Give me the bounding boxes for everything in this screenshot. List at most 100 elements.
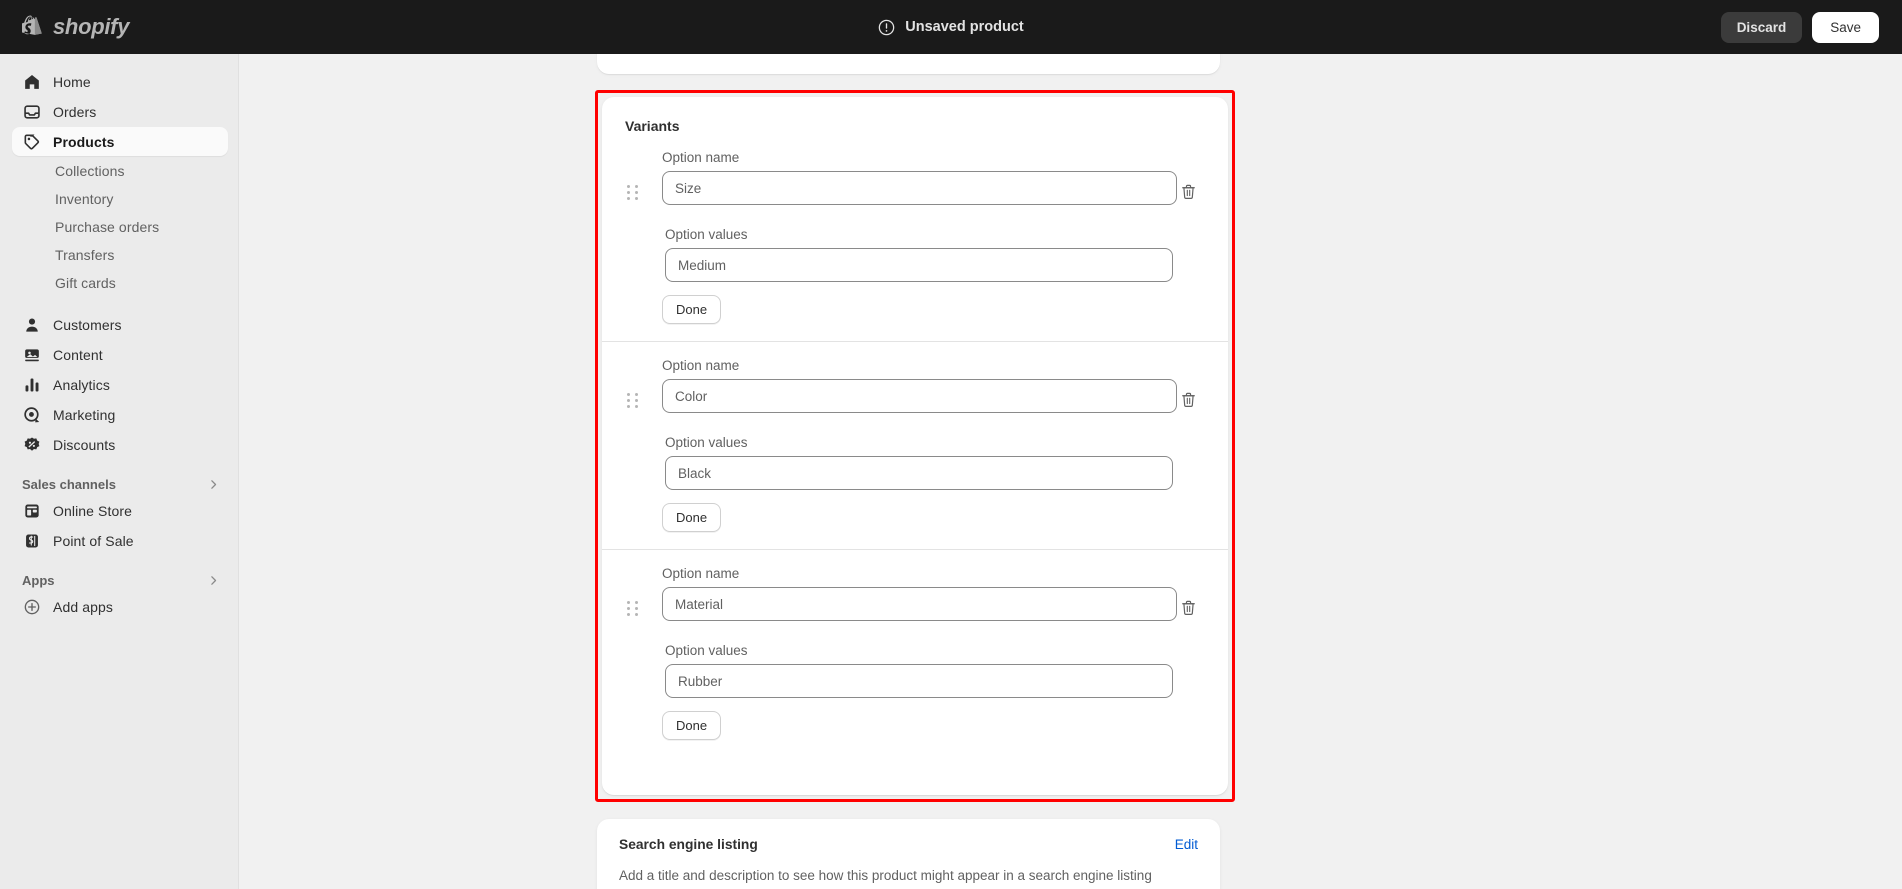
delete-option-button[interactable] <box>1174 177 1202 205</box>
plus-circle-icon <box>22 597 41 616</box>
option-values-label: Option values <box>665 227 748 242</box>
option-value-input[interactable] <box>665 248 1173 282</box>
sidebar-item-marketing[interactable]: Marketing <box>12 400 228 429</box>
sidebar-item-discounts[interactable]: Discounts <box>12 430 228 459</box>
sidebar-divider-1 <box>0 297 238 309</box>
person-icon <box>22 315 41 334</box>
sidebar-label-point-of-sale: Point of Sale <box>53 532 134 549</box>
sidebar-item-inventory[interactable]: Inventory <box>12 185 228 213</box>
variant-option-group: Option name Option values Done <box>602 134 1228 341</box>
variants-card: Variants Option name Option va <box>602 97 1228 795</box>
main-content: Add customs information Variants Option … <box>239 54 1902 889</box>
sidebar-label-customers: Customers <box>53 316 122 333</box>
unsaved-status: Unsaved product <box>0 19 1902 36</box>
sidebar-item-analytics[interactable]: Analytics <box>12 370 228 399</box>
drag-handle-icon[interactable] <box>626 392 639 408</box>
top-bar-actions: Discard Save <box>1720 11 1879 43</box>
sidebar-label-purchase-orders: Purchase orders <box>55 219 160 235</box>
sidebar-item-collections[interactable]: Collections <box>12 157 228 185</box>
trash-icon <box>1181 184 1195 199</box>
sidebar-label-inventory: Inventory <box>55 191 114 207</box>
add-customs-information-link[interactable]: Add customs information <box>619 54 786 55</box>
sidebar-item-transfers[interactable]: Transfers <box>12 241 228 269</box>
sidebar-item-gift-cards[interactable]: Gift cards <box>12 269 228 297</box>
home-icon <box>22 72 41 91</box>
variant-option-group: Option name Option values Done <box>602 341 1228 549</box>
sidebar-label-orders: Orders <box>53 103 97 120</box>
sidebar-item-orders[interactable]: Orders <box>12 97 228 126</box>
sidebar-section-sales-channels[interactable]: Sales channels <box>22 477 220 492</box>
storefront-icon <box>22 501 41 520</box>
brand-wordmark: shopify <box>53 14 130 39</box>
save-button[interactable]: Save <box>1812 11 1879 43</box>
customs-information-card-peek: Add customs information <box>597 54 1220 74</box>
sidebar-item-customers[interactable]: Customers <box>12 310 228 339</box>
variants-title: Variants <box>625 118 680 134</box>
drag-handle-icon[interactable] <box>626 184 639 200</box>
sidebar-label-home: Home <box>53 73 91 90</box>
shopify-bag-icon <box>22 14 42 35</box>
shopify-logo[interactable]: shopify <box>22 14 238 40</box>
discard-button[interactable]: Discard <box>1720 11 1803 43</box>
orders-inbox-icon <box>22 102 41 121</box>
option-values-label: Option values <box>665 435 748 450</box>
seo-card-description: Add a title and description to see how t… <box>619 868 1152 883</box>
option-value-input[interactable] <box>665 456 1173 490</box>
content-image-icon <box>22 345 41 364</box>
sidebar: Home Orders Products Collections Invento… <box>0 54 239 889</box>
trash-icon <box>1181 392 1195 407</box>
option-name-label: Option name <box>662 150 740 165</box>
option-name-label: Option name <box>662 566 740 581</box>
pos-icon <box>22 531 41 550</box>
sidebar-item-home[interactable]: Home <box>12 67 228 96</box>
option-name-label: Option name <box>662 358 740 373</box>
sidebar-label-marketing: Marketing <box>53 406 116 423</box>
done-button[interactable]: Done <box>662 711 722 740</box>
sidebar-label-analytics: Analytics <box>53 376 110 393</box>
search-engine-listing-card: Search engine listing Edit Add a title a… <box>597 819 1220 889</box>
sidebar-item-content[interactable]: Content <box>12 340 228 369</box>
delete-option-button[interactable] <box>1174 593 1202 621</box>
unsaved-status-label: Unsaved product <box>905 19 1024 35</box>
seo-edit-link[interactable]: Edit <box>1175 837 1198 852</box>
apps-title: Apps <box>22 573 55 588</box>
sidebar-label-transfers: Transfers <box>55 247 115 263</box>
chevron-right-icon <box>211 480 217 489</box>
bar-chart-icon <box>22 375 41 394</box>
sidebar-item-add-apps[interactable]: Add apps <box>12 592 228 621</box>
sidebar-label-content: Content <box>53 346 103 363</box>
option-value-input[interactable] <box>665 664 1173 698</box>
sidebar-label-products: Products <box>53 133 115 150</box>
sidebar-label-add-apps: Add apps <box>53 598 113 615</box>
seo-card-title: Search engine listing <box>619 837 758 852</box>
sidebar-label-gift-cards: Gift cards <box>55 275 116 291</box>
option-name-input[interactable] <box>662 171 1177 205</box>
sidebar-item-purchase-orders[interactable]: Purchase orders <box>12 213 228 241</box>
drag-handle-icon[interactable] <box>626 600 639 616</box>
done-button[interactable]: Done <box>662 295 722 324</box>
discount-badge-icon <box>22 435 41 454</box>
product-tag-icon <box>22 132 41 151</box>
option-name-input[interactable] <box>662 379 1177 413</box>
sidebar-item-products[interactable]: Products <box>12 127 228 156</box>
top-bar: shopify Unsaved product Discard Save <box>0 0 1902 54</box>
add-customs-information-label: Add customs information <box>637 54 786 55</box>
delete-option-button[interactable] <box>1174 385 1202 413</box>
trash-icon <box>1181 600 1195 615</box>
sidebar-label-collections: Collections <box>55 163 125 179</box>
variants-highlight-box: Variants Option name Option va <box>595 90 1235 802</box>
marketing-target-icon <box>22 405 41 424</box>
sidebar-item-point-of-sale[interactable]: Point of Sale <box>12 526 228 555</box>
alert-circle-icon <box>879 19 895 35</box>
sidebar-label-online-store: Online Store <box>53 502 133 519</box>
option-values-label: Option values <box>665 643 748 658</box>
variant-option-group: Option name Option values Done <box>602 549 1228 757</box>
sidebar-item-online-store[interactable]: Online Store <box>12 496 228 525</box>
sidebar-section-apps[interactable]: Apps <box>22 573 220 588</box>
sidebar-label-discounts: Discounts <box>53 436 116 453</box>
chevron-right-icon <box>211 576 217 585</box>
option-name-input[interactable] <box>662 587 1177 621</box>
sales-channels-title: Sales channels <box>22 477 116 492</box>
seo-card-header: Search engine listing Edit <box>619 837 1198 852</box>
done-button[interactable]: Done <box>662 503 722 532</box>
